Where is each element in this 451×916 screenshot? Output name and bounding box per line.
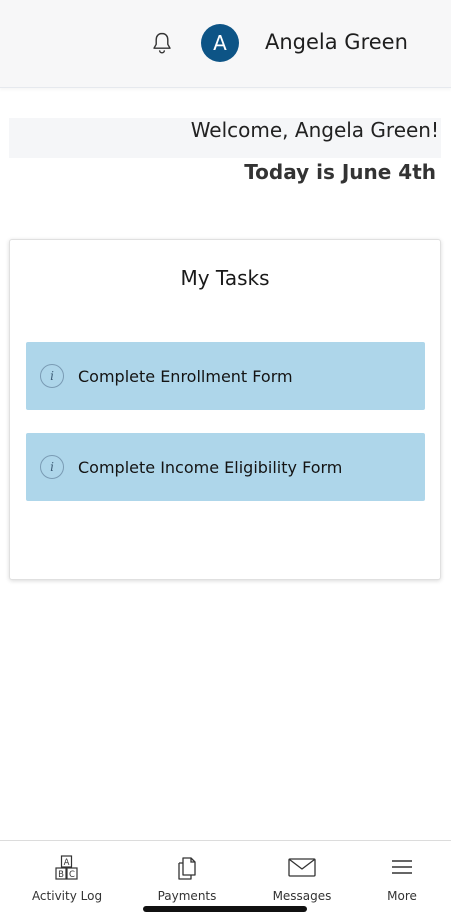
avatar[interactable]: A <box>201 24 239 62</box>
nav-messages[interactable]: Messages <box>257 841 347 916</box>
task-income-eligibility-form[interactable]: i Complete Income Eligibility Form <box>26 433 425 501</box>
welcome-message: Welcome, Angela Green! <box>190 118 439 142</box>
bottom-navigation: A B C Activity Log Payments Messages Mor… <box>0 840 451 916</box>
today-date: Today is June 4th <box>244 160 436 184</box>
nav-payments[interactable]: Payments <box>142 841 232 916</box>
envelope-icon <box>288 858 316 877</box>
tasks-title: My Tasks <box>180 266 270 290</box>
task-label: Complete Enrollment Form <box>78 366 293 386</box>
info-icon: i <box>40 364 64 388</box>
app-header: A Angela Green <box>0 0 451 88</box>
info-icon: i <box>40 455 64 479</box>
my-tasks-card: My Tasks i Complete Enrollment Form i Co… <box>9 239 441 580</box>
user-name[interactable]: Angela Green <box>265 30 408 54</box>
bell-icon[interactable] <box>151 31 173 55</box>
avatar-initial: A <box>213 31 227 55</box>
nav-label: Payments <box>157 889 217 903</box>
documents-icon <box>178 857 196 880</box>
task-enrollment-form[interactable]: i Complete Enrollment Form <box>26 342 425 410</box>
nav-label: Messages <box>272 889 332 903</box>
svg-text:A: A <box>64 858 70 868</box>
nav-more[interactable]: More <box>370 841 434 916</box>
nav-label: Activity Log <box>31 889 103 903</box>
task-label: Complete Income Eligibility Form <box>78 457 343 477</box>
hamburger-menu-icon <box>392 860 412 874</box>
nav-activity-log[interactable]: A B C Activity Log <box>22 841 112 916</box>
home-indicator <box>143 906 307 912</box>
abc-blocks-icon: A B C <box>55 855 78 880</box>
svg-text:C: C <box>69 870 75 880</box>
svg-text:B: B <box>58 870 64 880</box>
nav-label: More <box>387 889 417 903</box>
